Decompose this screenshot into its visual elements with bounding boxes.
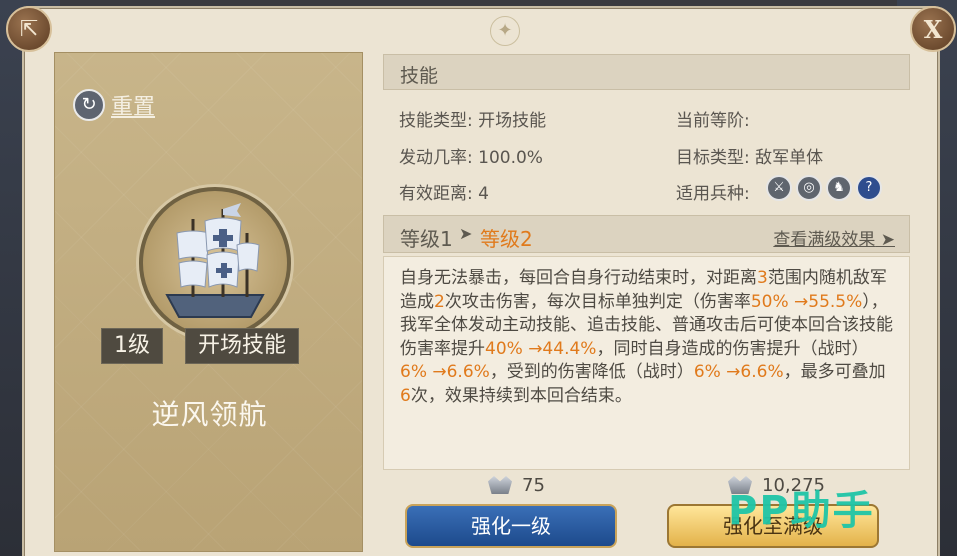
upgrade-one-cost: 75 [486, 474, 545, 496]
target-icon: ◎ [796, 175, 822, 201]
range-value: 4 [478, 184, 489, 204]
watermark: PP助手 [728, 488, 875, 534]
level-bar: 等级1 ➤ 等级2 查看满级效果 ➤ [383, 215, 910, 253]
close-icon: X [923, 14, 943, 44]
trigger-rate-row: 发动几率: 100.0% [399, 148, 543, 168]
trigger-rate-value: 100.0% [478, 148, 543, 168]
ship-skill-icon [139, 187, 291, 339]
target-type-row: 目标类型: 敌军单体 [676, 148, 824, 168]
skill-type-badge: 开场技能 [185, 328, 300, 364]
skill-section-header: 技能 [383, 54, 910, 90]
skill-name: 逆风领航 [151, 398, 268, 431]
skill-description: 自身无法暴击，每回合自身行动结束时，对距离3范围内随机敌军造成2次攻击伤害，每次… [383, 256, 910, 470]
range-row: 有效距离: 4 [399, 184, 489, 204]
share-button[interactable]: ⇱ [6, 6, 52, 52]
unit-types-row: 适用兵种: [676, 184, 750, 204]
unit-type-icons: ⚔ ◎ ♞ ? [766, 175, 882, 201]
view-max-effect-link[interactable]: 查看满级效果 ➤ [773, 225, 895, 250]
help-icon[interactable]: ? [856, 175, 882, 201]
level-current: 等级1 [400, 227, 453, 251]
target-type-value: 敌军单体 [755, 148, 824, 168]
skill-type-row: 技能类型: 开场技能 [399, 111, 547, 131]
compass-ornament-icon: ✦ [490, 16, 520, 46]
reset-button[interactable]: ↻ 重置 [73, 89, 155, 121]
close-button[interactable]: X [910, 6, 956, 52]
current-tier-row: 当前等阶: [676, 111, 750, 131]
section-title: 技能 [400, 65, 439, 87]
skill-card: ↻ 重置 1级 开场技能 逆风领航 [54, 52, 363, 552]
reset-label: 重置 [111, 95, 156, 120]
upgrade-one-level-button[interactable]: 强化一级 [405, 504, 617, 548]
skill-type-value: 开场技能 [478, 111, 547, 131]
level-next: 等级2 [480, 227, 533, 251]
sword-icon: ⚔ [766, 175, 792, 201]
skill-level-badge: 1级 [101, 328, 163, 364]
share-icon: ⇱ [19, 16, 39, 42]
arrow-right-icon: ➤ [459, 224, 473, 243]
crown-resource-icon [486, 474, 514, 496]
horse-icon: ♞ [826, 175, 852, 201]
reset-icon: ↻ [73, 89, 105, 121]
